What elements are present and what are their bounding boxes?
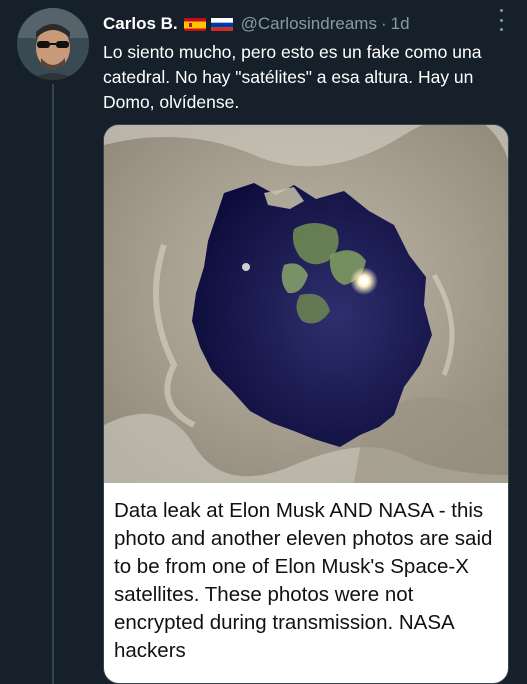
avatar-image <box>17 8 89 80</box>
russia-flag-icon <box>210 17 233 31</box>
more-options-icon[interactable] <box>493 9 509 31</box>
tweet-text: Lo siento mucho, pero esto es un fake co… <box>103 42 482 112</box>
display-name[interactable]: Carlos B. <box>103 14 178 34</box>
thread-line <box>52 84 54 684</box>
timestamp[interactable]: 1d <box>391 14 410 34</box>
separator-dot: · <box>380 14 387 33</box>
tweet-header: Carlos B. @Carlosindreams · 1d <box>103 12 513 36</box>
flat-earth-dome-photo[interactable] <box>104 125 509 483</box>
spain-flag-icon <box>183 17 206 31</box>
media-card[interactable]: Data leak at Elon Musk AND NASA - this p… <box>103 124 509 684</box>
user-handle[interactable]: @Carlosindreams <box>241 14 377 34</box>
image-caption: Data leak at Elon Musk AND NASA - this p… <box>114 499 493 662</box>
avatar[interactable] <box>17 8 89 80</box>
